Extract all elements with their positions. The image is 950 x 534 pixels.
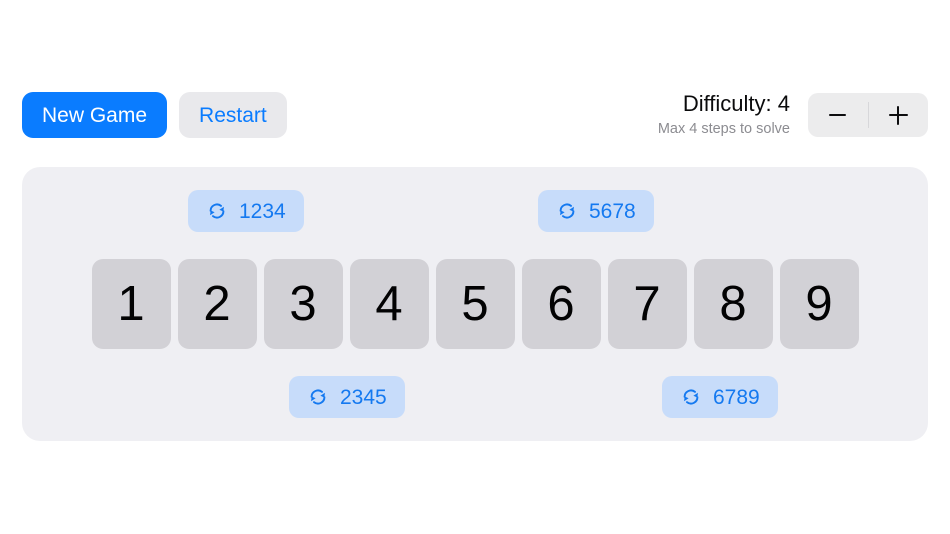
difficulty-subtitle: Max 4 steps to solve	[657, 120, 790, 137]
rotate-group-button-2345[interactable]: 2345	[289, 376, 405, 418]
rotate-group-button-5678[interactable]: 5678	[538, 190, 654, 232]
difficulty-decrease-button[interactable]	[808, 93, 868, 137]
rotate-icon	[209, 203, 225, 219]
plus-icon	[888, 105, 908, 125]
rotate-group-button-1234[interactable]: 1234	[188, 190, 304, 232]
game-board-panel: 1234 5678 123456789 2345 6789	[22, 167, 928, 441]
rotation-group-label: 2345	[340, 385, 387, 409]
rotation-group-label: 6789	[713, 385, 760, 409]
rotate-icon	[683, 389, 699, 405]
rotate-icon	[559, 203, 575, 219]
restart-button[interactable]: Restart	[179, 92, 287, 138]
rotation-group-label: 5678	[589, 199, 636, 223]
rotate-group-button-6789[interactable]: 6789	[662, 376, 778, 418]
difficulty-stepper	[808, 93, 928, 137]
top-toolbar: New Game Restart Difficulty: 4 Max 4 ste…	[0, 88, 950, 142]
difficulty-title: Difficulty: 4	[682, 91, 790, 117]
rotate-icon	[310, 389, 326, 405]
rotation-row-bottom: 2345 6789	[22, 376, 928, 418]
number-tile-1[interactable]: 1	[91, 259, 171, 349]
number-tile-5[interactable]: 5	[435, 259, 515, 349]
number-tile-4[interactable]: 4	[349, 259, 429, 349]
number-tile-6[interactable]: 6	[521, 259, 601, 349]
difficulty-increase-button[interactable]	[869, 93, 929, 137]
number-tile-8[interactable]: 8	[693, 259, 773, 349]
game-action-buttons: New Game Restart	[22, 92, 287, 138]
rotation-row-top: 1234 5678	[22, 190, 928, 232]
number-tile-7[interactable]: 7	[607, 259, 687, 349]
rotation-group-label: 1234	[239, 199, 286, 223]
minus-icon	[829, 113, 847, 117]
number-tile-2[interactable]: 2	[177, 259, 257, 349]
number-tile-3[interactable]: 3	[263, 259, 343, 349]
difficulty-text-block: Difficulty: 4 Max 4 steps to solve	[658, 92, 790, 138]
new-game-button[interactable]: New Game	[22, 92, 168, 138]
difficulty-control: Difficulty: 4 Max 4 steps to solve	[658, 92, 928, 138]
number-tile-row: 123456789	[22, 259, 928, 349]
number-tile-9[interactable]: 9	[779, 259, 859, 349]
